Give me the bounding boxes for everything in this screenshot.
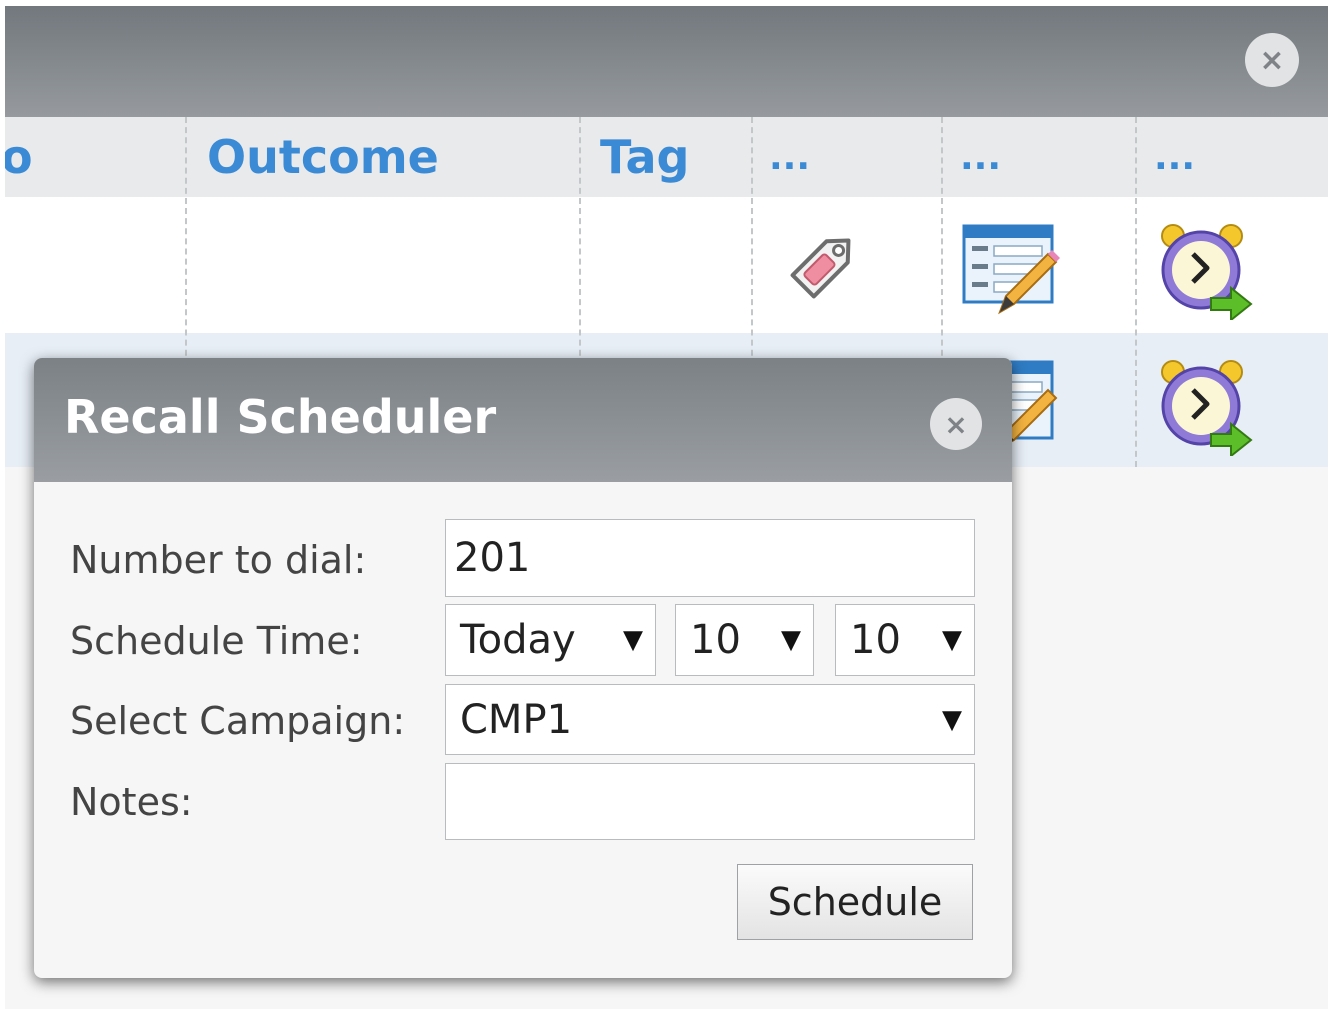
- dropdown-arrow-icon: ▼: [942, 704, 962, 735]
- panel-header: ×: [5, 6, 1328, 117]
- table-row: [5, 197, 1328, 333]
- dropdown-arrow-icon: ▼: [781, 625, 801, 655]
- schedule-time-label: Schedule Time:: [70, 619, 363, 663]
- select-campaign-label: Select Campaign:: [70, 699, 406, 743]
- campaign-value: CMP1: [460, 696, 573, 743]
- schedule-minute-select[interactable]: 10 ▼: [835, 604, 975, 676]
- column-header-partial[interactable]: o: [5, 117, 33, 197]
- tag-icon[interactable]: [773, 216, 873, 316]
- dropdown-arrow-icon: ▼: [942, 625, 962, 655]
- dropdown-arrow-icon: ▼: [623, 625, 643, 655]
- schedule-button[interactable]: Schedule: [737, 864, 973, 940]
- notes-label: Notes:: [70, 780, 193, 824]
- schedule-minute-value: 10: [850, 617, 901, 663]
- schedule-hour-select[interactable]: 10 ▼: [675, 604, 814, 676]
- number-to-dial-label: Number to dial:: [70, 538, 367, 582]
- column-header-tag[interactable]: Tag: [600, 117, 689, 197]
- number-to-dial-input[interactable]: 201: [445, 519, 975, 597]
- dialog-title: Recall Scheduler: [64, 390, 497, 444]
- column-header-outcome[interactable]: Outcome: [207, 117, 439, 197]
- close-icon: ×: [1259, 42, 1285, 78]
- dialog-close-button[interactable]: ×: [930, 398, 982, 450]
- campaign-select[interactable]: CMP1 ▼: [445, 684, 975, 755]
- schedule-day-select[interactable]: Today ▼: [445, 604, 656, 676]
- column-header-more-1[interactable]: ...: [769, 117, 810, 197]
- close-icon: ×: [944, 407, 968, 441]
- panel-close-button[interactable]: ×: [1245, 33, 1299, 87]
- form-edit-icon[interactable]: [960, 220, 1060, 320]
- table-header: o Outcome Tag ... ... ...: [5, 117, 1328, 197]
- schedule-hour-value: 10: [690, 617, 741, 663]
- alarm-clock-recall-icon[interactable]: [1155, 356, 1255, 459]
- notes-input[interactable]: [445, 763, 975, 840]
- dialog-header: Recall Scheduler ×: [34, 358, 1012, 482]
- column-header-more-3[interactable]: ...: [1154, 117, 1195, 197]
- column-divider: [1135, 117, 1137, 467]
- column-header-more-2[interactable]: ...: [960, 117, 1001, 197]
- recall-scheduler-dialog: Recall Scheduler × Number to dial: 201 S…: [34, 358, 1012, 978]
- number-to-dial-value: 201: [454, 535, 531, 581]
- alarm-clock-recall-icon[interactable]: [1155, 220, 1255, 323]
- schedule-day-value: Today: [460, 617, 576, 663]
